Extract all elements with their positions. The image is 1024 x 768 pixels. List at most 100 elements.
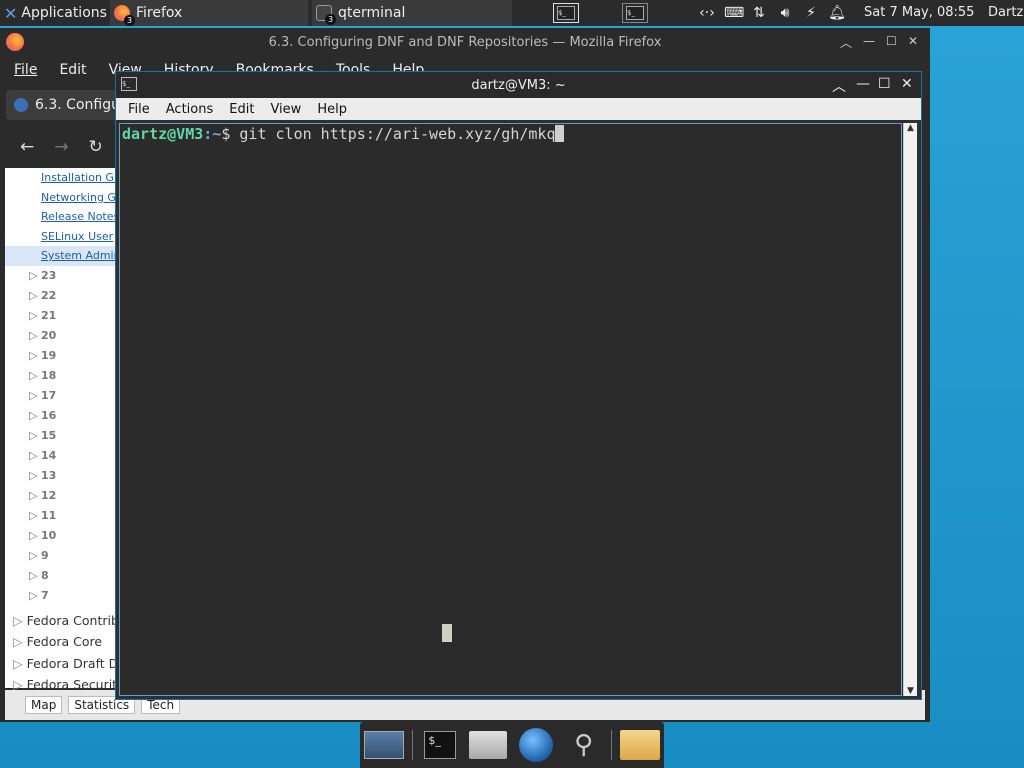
typed-command: git clon https://ari-web.xyz/gh/mkq	[239, 125, 556, 143]
tab-map[interactable]: Map	[25, 696, 63, 714]
version-item[interactable]: ▷ 9	[5, 546, 115, 566]
version-item[interactable]: ▷ 11	[5, 506, 115, 526]
transfer-icon[interactable]: ⇅	[750, 5, 768, 21]
menu-file[interactable]: File	[128, 102, 150, 117]
version-item[interactable]: ▷ 13	[5, 466, 115, 486]
product-group-item[interactable]: ▷ Fedora Draft D	[5, 653, 115, 675]
version-item[interactable]: ▷ 10	[5, 526, 115, 546]
network-icon[interactable]: ‹·›	[698, 5, 716, 21]
maximize-icon[interactable]: ☐	[886, 34, 897, 48]
minimize-icon[interactable]: —	[863, 34, 875, 48]
version-item[interactable]: ▷ 18	[5, 366, 115, 386]
workspace-2-button[interactable]: $_	[622, 3, 648, 23]
firefox-titlebar[interactable]: 6.3. Configuring DNF and DNF Repositorie…	[0, 28, 930, 56]
version-item[interactable]: ▷ 23	[5, 266, 115, 286]
version-label: 19	[40, 348, 57, 362]
product-group-list: ▷ Fedora Contrib ▷ Fedora Core ▷ Fedora Dr…	[5, 610, 115, 696]
taskbar-qterminal-label: qterminal	[338, 5, 406, 21]
expand-triangle-icon: ▷	[29, 588, 41, 602]
version-label: 23	[40, 268, 57, 282]
workspace-2-preview: $_	[626, 6, 644, 20]
expand-triangle-icon: ▷	[29, 468, 41, 482]
version-label: 20	[40, 328, 57, 342]
prompt-path: :~	[203, 125, 222, 143]
qterminal-menubar: File Actions Edit View Help	[116, 98, 921, 120]
expand-triangle-icon: ▷	[29, 408, 41, 422]
close-icon[interactable]: ✕	[908, 34, 918, 48]
back-arrow-icon[interactable]: ←	[20, 137, 34, 157]
version-item[interactable]: ▷ 14	[5, 446, 115, 466]
terminal-scrollbar[interactable]: ▲ ▼	[903, 123, 917, 696]
mouse-text-cursor	[442, 624, 452, 642]
notification-bell-icon[interactable]: 🔔︎	[828, 5, 846, 21]
applications-menu-button[interactable]: ✕ Applications	[0, 0, 108, 26]
expand-triangle-icon: ▷	[29, 508, 41, 522]
forward-arrow-icon[interactable]: →	[54, 137, 68, 157]
workspace-1-preview: $_	[557, 6, 575, 20]
version-item[interactable]: ▷ 22	[5, 286, 115, 306]
product-group-item[interactable]: ▷ Fedora Core	[5, 631, 115, 653]
product-group-item[interactable]: ▷ Fedora Contrib	[5, 610, 115, 632]
browser-tab-label: 6.3. Configu	[35, 97, 120, 113]
dock-separator	[411, 730, 413, 760]
prompt-user: dartz@VM3	[122, 125, 204, 143]
chevron-up-icon[interactable]: ︿	[832, 76, 846, 96]
version-item[interactable]: ▷ 16	[5, 406, 115, 426]
taskbar-firefox-button[interactable]: 3 Firefox	[110, 0, 308, 26]
chevron-up-icon[interactable]: ︿	[840, 34, 852, 51]
scroll-up-icon[interactable]: ▲	[904, 123, 917, 133]
qterminal-titlebar[interactable]: $_ dartz@VM3: ~ ︿ — ☐ ✕	[116, 72, 921, 98]
sidebar-link[interactable]: Release Notes	[5, 207, 115, 227]
terminal-output-area[interactable]: dartz@VM3:~$ git clon https://ari-web.xy…	[119, 123, 902, 696]
workspace-1-button[interactable]: $_	[553, 3, 579, 23]
menu-edit[interactable]: Edit	[59, 62, 86, 78]
version-item[interactable]: ▷ 21	[5, 306, 115, 326]
version-item[interactable]: ▷ 12	[5, 486, 115, 506]
search-magnifier-icon[interactable]: ⚲	[564, 728, 604, 762]
fedora-icon	[14, 98, 28, 112]
close-icon[interactable]: ✕	[901, 76, 913, 92]
reload-icon[interactable]: ↻	[89, 137, 103, 157]
power-icon[interactable]: ⚡︎	[802, 5, 820, 21]
expand-triangle-icon: ▷	[13, 655, 27, 671]
browser-tab[interactable]: 6.3. Configu	[6, 90, 126, 120]
version-label: 16	[40, 408, 57, 422]
product-group-label: Fedora Core	[26, 634, 103, 649]
clock[interactable]: Sat 7 May, 08:55	[864, 5, 974, 20]
web-browser-icon[interactable]	[516, 728, 556, 762]
version-item[interactable]: ▷ 8	[5, 566, 115, 586]
sidebar-link[interactable]: Networking Gu	[5, 188, 115, 208]
expand-triangle-icon: ▷	[29, 308, 41, 322]
terminal-launcher-icon[interactable]: $_	[420, 728, 460, 762]
sidebar-link[interactable]: SELinux User	[5, 227, 115, 247]
menu-edit[interactable]: Edit	[229, 102, 254, 117]
version-item[interactable]: ▷ 20	[5, 326, 115, 346]
keyboard-icon[interactable]: ⌨	[724, 5, 744, 21]
folder-icon[interactable]	[620, 728, 661, 762]
version-label: 8	[40, 568, 49, 582]
docs-sidebar: Installation Gu Networking Gu Release No…	[5, 168, 115, 692]
scroll-down-icon[interactable]: ▼	[904, 686, 917, 696]
menu-view[interactable]: View	[270, 102, 301, 117]
show-desktop-icon[interactable]	[363, 728, 404, 762]
prompt-line: dartz@VM3:~$ git clon https://ari-web.xy…	[122, 124, 565, 144]
expand-triangle-icon: ▷	[29, 448, 41, 462]
version-label: 7	[40, 588, 49, 602]
version-item[interactable]: ▷ 17	[5, 386, 115, 406]
taskbar-qterminal-button[interactable]: 3 qterminal	[312, 0, 512, 26]
maximize-icon[interactable]: ☐	[878, 76, 891, 92]
volume-icon[interactable]: 🔊︎	[776, 5, 794, 21]
sidebar-link-selected[interactable]: System Admini	[5, 246, 115, 266]
home-folder-icon[interactable]	[468, 728, 508, 762]
terminal-icon: $_	[121, 77, 137, 91]
version-item[interactable]: ▷ 19	[5, 346, 115, 366]
menu-file[interactable]: File	[14, 62, 37, 78]
menu-actions[interactable]: Actions	[166, 102, 214, 117]
version-item[interactable]: ▷ 7	[5, 586, 115, 606]
sidebar-link[interactable]: Installation Gu	[5, 168, 115, 188]
minimize-icon[interactable]: —	[856, 76, 870, 92]
menu-help[interactable]: Help	[317, 102, 347, 117]
user-menu[interactable]: Dartz	[988, 5, 1023, 20]
version-item[interactable]: ▷ 15	[5, 426, 115, 446]
expand-triangle-icon: ▷	[29, 328, 41, 342]
